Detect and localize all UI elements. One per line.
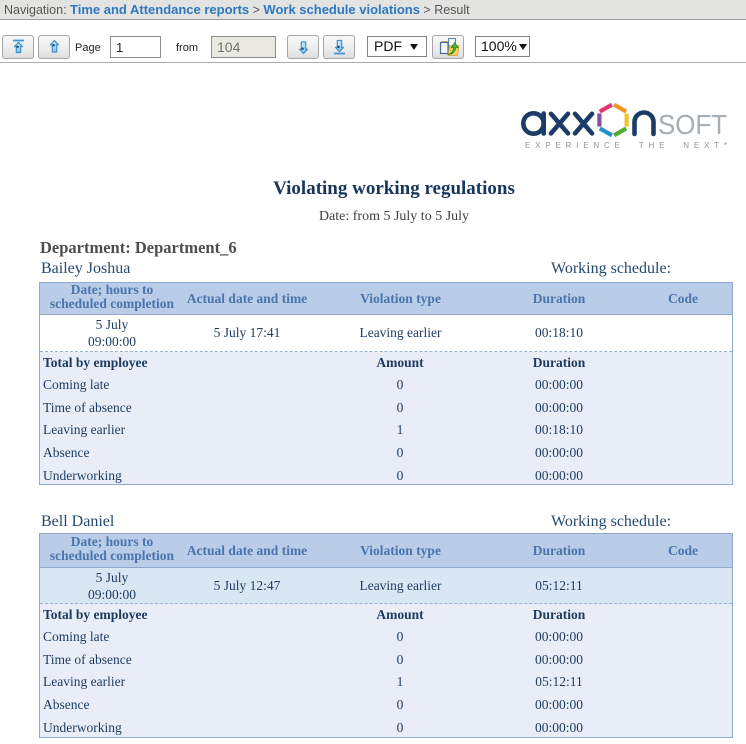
svg-text:SOFT: SOFT <box>658 109 727 140</box>
svg-text:EXPERIENCE THE NEXT*: EXPERIENCE THE NEXT* <box>525 141 727 150</box>
